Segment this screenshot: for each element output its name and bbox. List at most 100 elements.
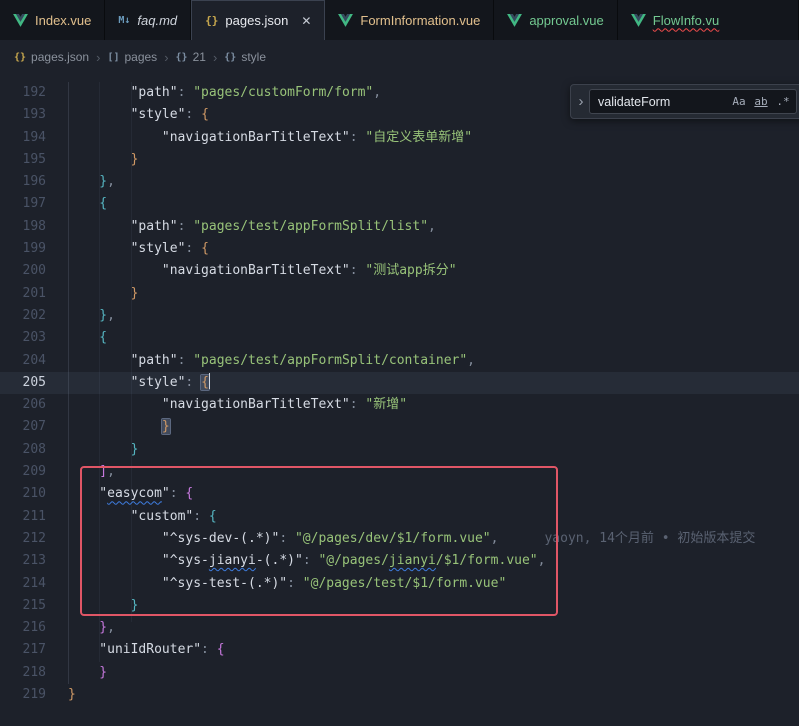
code-token: : xyxy=(201,642,217,657)
line-number[interactable]: 199 xyxy=(0,238,46,260)
code-token: "@/pages/ xyxy=(318,553,388,568)
tab-label: pages.json xyxy=(225,13,288,28)
match-case-button[interactable]: Aa xyxy=(729,92,749,112)
code-line[interactable]: 208} xyxy=(0,439,799,461)
code-token: "新增" xyxy=(365,397,407,412)
tab-forminformation-vue[interactable]: FormInformation.vue xyxy=(325,0,494,40)
line-number[interactable]: 195 xyxy=(0,149,46,171)
code-token: , xyxy=(107,620,115,635)
json-braces-icon: {} xyxy=(205,14,218,27)
find-input[interactable] xyxy=(598,95,729,109)
code-line[interactable]: 215} xyxy=(0,595,799,617)
code-line[interactable]: 210"easycom": { xyxy=(0,483,799,505)
code-line[interactable]: 196}, xyxy=(0,171,799,193)
code-line[interactable]: 214"^sys-test-(.*)": "@/pages/test/$1/fo… xyxy=(0,573,799,595)
tab-label: faq.md xyxy=(137,13,177,28)
close-icon[interactable]: ✕ xyxy=(301,14,311,28)
find-widget[interactable]: › Aa ab .* xyxy=(570,84,799,119)
code-line[interactable]: 213"^sys-jianyi-(.*)": "@/pages/jianyi/$… xyxy=(0,550,799,572)
code-line[interactable]: 197 { xyxy=(0,193,799,215)
line-number[interactable]: 217 xyxy=(0,639,46,661)
code-token: : xyxy=(279,531,295,546)
line-number[interactable]: 202 xyxy=(0,305,46,327)
tab-faq-md[interactable]: M↓ faq.md xyxy=(105,0,191,40)
code-text: { xyxy=(68,327,107,349)
code-token: "navigationBarTitleText" xyxy=(162,130,350,145)
code-line[interactable]: 211"custom": { xyxy=(0,506,799,528)
line-number[interactable]: 196 xyxy=(0,171,46,193)
code-line[interactable]: 198"path": "pages/test/appFormSplit/list… xyxy=(0,216,799,238)
breadcrumb-item-style[interactable]: {} style xyxy=(224,50,266,64)
line-number[interactable]: 209 xyxy=(0,461,46,483)
line-number[interactable]: 213 xyxy=(0,550,46,572)
code-line[interactable]: 216}, xyxy=(0,617,799,639)
line-number[interactable]: 198 xyxy=(0,216,46,238)
code-token: } xyxy=(162,419,170,434)
line-number[interactable]: 197 xyxy=(0,193,46,215)
code-line[interactable]: 199"style": { xyxy=(0,238,799,260)
chevron-right-icon: › xyxy=(164,50,168,65)
chevron-right-icon: › xyxy=(213,50,217,65)
find-toggle-chevron[interactable]: › xyxy=(573,93,589,110)
whole-word-button[interactable]: ab xyxy=(751,92,771,112)
line-number[interactable]: 206 xyxy=(0,394,46,416)
line-number[interactable]: 203 xyxy=(0,327,46,349)
line-number[interactable]: 207 xyxy=(0,416,46,438)
vue-icon xyxy=(13,14,28,27)
line-number[interactable]: 192 xyxy=(0,82,46,104)
line-number[interactable]: 214 xyxy=(0,573,46,595)
line-number[interactable]: 219 xyxy=(0,684,46,706)
code-token: } xyxy=(99,665,107,680)
code-line[interactable]: 207} xyxy=(0,416,799,438)
line-number[interactable]: 216 xyxy=(0,617,46,639)
tab-pages-json[interactable]: {} pages.json ✕ xyxy=(191,0,325,40)
code-line[interactable]: 201} xyxy=(0,283,799,305)
code-line[interactable]: 194"navigationBarTitleText": "自定义表单新增" xyxy=(0,127,799,149)
code-line[interactable]: 217"uniIdRouter": { xyxy=(0,639,799,661)
line-number[interactable]: 201 xyxy=(0,283,46,305)
breadcrumb-item-file[interactable]: {} pages.json xyxy=(14,50,89,64)
code-line[interactable]: 219} xyxy=(0,684,799,706)
code-line[interactable]: 203 { xyxy=(0,327,799,349)
code-token: " xyxy=(99,486,107,501)
line-number[interactable]: 208 xyxy=(0,439,46,461)
line-number[interactable]: 210 xyxy=(0,483,46,505)
code-token: , xyxy=(428,219,436,234)
code-editor[interactable]: 192"path": "pages/customForm/form",193"s… xyxy=(0,74,799,726)
code-line[interactable]: 209], xyxy=(0,461,799,483)
code-token: "^sys-dev-(.*)" xyxy=(162,531,279,546)
code-token: { xyxy=(99,196,107,211)
code-token: { xyxy=(185,486,193,501)
code-line[interactable]: 218} xyxy=(0,662,799,684)
line-number[interactable]: 212 xyxy=(0,528,46,550)
code-line[interactable]: 205"style": { xyxy=(0,372,799,394)
code-line[interactable]: 200"navigationBarTitleText": "测试app拆分" xyxy=(0,260,799,282)
tab-index-vue[interactable]: Index.vue xyxy=(0,0,105,40)
line-number[interactable]: 211 xyxy=(0,506,46,528)
breadcrumb-item-pages[interactable]: [] pages xyxy=(107,50,157,64)
regex-button[interactable]: .* xyxy=(773,92,793,112)
code-line[interactable]: 204 "path": "pages/test/appFormSplit/cont… xyxy=(0,350,799,372)
code-text: "path": "pages/test/appFormSplit/contain… xyxy=(68,350,475,372)
line-number[interactable]: 218 xyxy=(0,662,46,684)
tab-approval-vue[interactable]: approval.vue xyxy=(494,0,617,40)
line-number[interactable]: 215 xyxy=(0,595,46,617)
line-number[interactable]: 200 xyxy=(0,260,46,282)
vue-icon xyxy=(507,14,522,27)
code-line[interactable]: 212"^sys-dev-(.*)": "@/pages/dev/$1/form… xyxy=(0,528,799,550)
code-line[interactable]: 202}, xyxy=(0,305,799,327)
line-number[interactable]: 205 xyxy=(0,372,46,394)
breadcrumb: {} pages.json › [] pages › {} 21 › {} st… xyxy=(0,40,799,74)
line-number[interactable]: 193 xyxy=(0,104,46,126)
code-text: } xyxy=(68,662,107,684)
code-line[interactable]: 195} xyxy=(0,149,799,171)
breadcrumb-item-21[interactable]: {} 21 xyxy=(176,50,206,64)
code-token: "测试app拆分" xyxy=(365,263,456,278)
object-icon: {} xyxy=(176,52,188,63)
line-number[interactable]: 204 xyxy=(0,350,46,372)
code-text: }, xyxy=(68,305,115,327)
markdown-icon: M↓ xyxy=(118,15,130,26)
tab-flowinfo-vue[interactable]: FlowInfo.vu xyxy=(618,0,799,40)
code-line[interactable]: 206"navigationBarTitleText": "新增" xyxy=(0,394,799,416)
line-number[interactable]: 194 xyxy=(0,127,46,149)
